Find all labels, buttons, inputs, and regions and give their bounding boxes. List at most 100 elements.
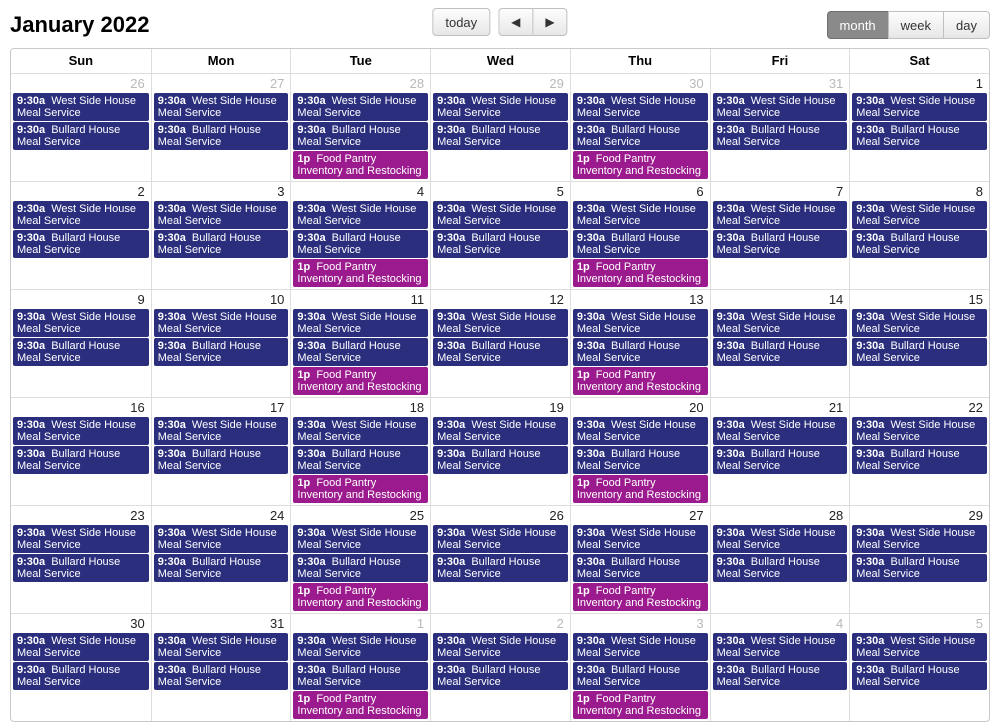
calendar-event[interactable]: 9:30a West Side House Meal Service bbox=[13, 93, 149, 121]
calendar-event[interactable]: 9:30a Bullard House Meal Service bbox=[573, 338, 708, 366]
calendar-event[interactable]: 1p Food Pantry Inventory and Restocking bbox=[293, 691, 428, 719]
calendar-event[interactable]: 9:30a West Side House Meal Service bbox=[713, 309, 848, 337]
day-cell[interactable]: 309:30a West Side House Meal Service9:30… bbox=[11, 614, 151, 721]
day-cell[interactable]: 189:30a West Side House Meal Service9:30… bbox=[290, 398, 430, 505]
calendar-event[interactable]: 9:30a Bullard House Meal Service bbox=[293, 122, 428, 150]
day-cell[interactable]: 229:30a West Side House Meal Service9:30… bbox=[849, 398, 989, 505]
day-cell[interactable]: 309:30a West Side House Meal Service9:30… bbox=[570, 74, 710, 181]
calendar-event[interactable]: 1p Food Pantry Inventory and Restocking bbox=[293, 259, 428, 287]
calendar-event[interactable]: 9:30a West Side House Meal Service bbox=[13, 417, 149, 445]
day-cell[interactable]: 39:30a West Side House Meal Service9:30a… bbox=[570, 614, 710, 721]
calendar-event[interactable]: 9:30a West Side House Meal Service bbox=[293, 309, 428, 337]
calendar-event[interactable]: 9:30a West Side House Meal Service bbox=[433, 525, 568, 553]
calendar-event[interactable]: 9:30a Bullard House Meal Service bbox=[293, 554, 428, 582]
next-button[interactable]: ▶ bbox=[532, 8, 567, 36]
calendar-event[interactable]: 1p Food Pantry Inventory and Restocking bbox=[293, 151, 428, 179]
calendar-event[interactable]: 1p Food Pantry Inventory and Restocking bbox=[573, 583, 708, 611]
day-cell[interactable]: 19:30a West Side House Meal Service9:30a… bbox=[290, 614, 430, 721]
calendar-event[interactable]: 9:30a Bullard House Meal Service bbox=[852, 122, 987, 150]
calendar-event[interactable]: 9:30a West Side House Meal Service bbox=[573, 417, 708, 445]
calendar-event[interactable]: 9:30a Bullard House Meal Service bbox=[13, 446, 149, 474]
calendar-event[interactable]: 9:30a West Side House Meal Service bbox=[573, 309, 708, 337]
calendar-event[interactable]: 9:30a Bullard House Meal Service bbox=[293, 338, 428, 366]
calendar-event[interactable]: 9:30a West Side House Meal Service bbox=[852, 525, 987, 553]
calendar-event[interactable]: 9:30a West Side House Meal Service bbox=[433, 417, 568, 445]
calendar-event[interactable]: 9:30a Bullard House Meal Service bbox=[713, 338, 848, 366]
day-cell[interactable]: 89:30a West Side House Meal Service9:30a… bbox=[849, 182, 989, 289]
calendar-event[interactable]: 9:30a Bullard House Meal Service bbox=[433, 554, 568, 582]
day-cell[interactable]: 49:30a West Side House Meal Service9:30a… bbox=[710, 614, 850, 721]
calendar-event[interactable]: 9:30a Bullard House Meal Service bbox=[713, 230, 848, 258]
view-day-button[interactable]: day bbox=[943, 11, 990, 39]
calendar-event[interactable]: 9:30a West Side House Meal Service bbox=[293, 633, 428, 661]
view-week-button[interactable]: week bbox=[888, 11, 943, 39]
calendar-event[interactable]: 9:30a West Side House Meal Service bbox=[13, 525, 149, 553]
calendar-event[interactable]: 9:30a West Side House Meal Service bbox=[852, 201, 987, 229]
day-cell[interactable]: 289:30a West Side House Meal Service9:30… bbox=[290, 74, 430, 181]
calendar-event[interactable]: 1p Food Pantry Inventory and Restocking bbox=[573, 151, 708, 179]
calendar-event[interactable]: 1p Food Pantry Inventory and Restocking bbox=[573, 475, 708, 503]
calendar-event[interactable]: 9:30a West Side House Meal Service bbox=[852, 309, 987, 337]
calendar-event[interactable]: 9:30a Bullard House Meal Service bbox=[852, 230, 987, 258]
day-cell[interactable]: 299:30a West Side House Meal Service9:30… bbox=[849, 506, 989, 613]
calendar-event[interactable]: 9:30a Bullard House Meal Service bbox=[13, 122, 149, 150]
calendar-event[interactable]: 9:30a Bullard House Meal Service bbox=[13, 230, 149, 258]
day-cell[interactable]: 109:30a West Side House Meal Service9:30… bbox=[151, 290, 291, 397]
calendar-event[interactable]: 9:30a West Side House Meal Service bbox=[433, 309, 568, 337]
day-cell[interactable]: 49:30a West Side House Meal Service9:30a… bbox=[290, 182, 430, 289]
day-cell[interactable]: 269:30a West Side House Meal Service9:30… bbox=[11, 74, 151, 181]
calendar-event[interactable]: 9:30a Bullard House Meal Service bbox=[13, 338, 149, 366]
calendar-event[interactable]: 9:30a West Side House Meal Service bbox=[852, 633, 987, 661]
calendar-event[interactable]: 9:30a Bullard House Meal Service bbox=[573, 122, 708, 150]
calendar-event[interactable]: 9:30a Bullard House Meal Service bbox=[713, 446, 848, 474]
calendar-event[interactable]: 1p Food Pantry Inventory and Restocking bbox=[573, 367, 708, 395]
calendar-event[interactable]: 9:30a Bullard House Meal Service bbox=[433, 662, 568, 690]
calendar-event[interactable]: 9:30a West Side House Meal Service bbox=[573, 201, 708, 229]
calendar-event[interactable]: 9:30a Bullard House Meal Service bbox=[293, 230, 428, 258]
day-cell[interactable]: 29:30a West Side House Meal Service9:30a… bbox=[11, 182, 151, 289]
calendar-event[interactable]: 9:30a Bullard House Meal Service bbox=[852, 662, 987, 690]
view-month-button[interactable]: month bbox=[827, 11, 888, 39]
day-cell[interactable]: 139:30a West Side House Meal Service9:30… bbox=[570, 290, 710, 397]
calendar-event[interactable]: 9:30a West Side House Meal Service bbox=[852, 417, 987, 445]
day-cell[interactable]: 19:30a West Side House Meal Service9:30a… bbox=[849, 74, 989, 181]
calendar-event[interactable]: 9:30a Bullard House Meal Service bbox=[573, 230, 708, 258]
calendar-event[interactable]: 9:30a Bullard House Meal Service bbox=[154, 122, 289, 150]
calendar-event[interactable]: 9:30a West Side House Meal Service bbox=[433, 201, 568, 229]
calendar-event[interactable]: 9:30a West Side House Meal Service bbox=[154, 525, 289, 553]
calendar-event[interactable]: 9:30a West Side House Meal Service bbox=[713, 417, 848, 445]
day-cell[interactable]: 169:30a West Side House Meal Service9:30… bbox=[11, 398, 151, 505]
calendar-event[interactable]: 9:30a West Side House Meal Service bbox=[13, 309, 149, 337]
calendar-event[interactable]: 9:30a West Side House Meal Service bbox=[433, 93, 568, 121]
calendar-event[interactable]: 9:30a West Side House Meal Service bbox=[433, 633, 568, 661]
day-cell[interactable]: 319:30a West Side House Meal Service9:30… bbox=[710, 74, 850, 181]
day-cell[interactable]: 299:30a West Side House Meal Service9:30… bbox=[430, 74, 570, 181]
calendar-event[interactable]: 9:30a West Side House Meal Service bbox=[293, 201, 428, 229]
calendar-event[interactable]: 9:30a Bullard House Meal Service bbox=[433, 446, 568, 474]
calendar-event[interactable]: 9:30a West Side House Meal Service bbox=[154, 309, 289, 337]
day-cell[interactable]: 319:30a West Side House Meal Service9:30… bbox=[151, 614, 291, 721]
calendar-event[interactable]: 9:30a West Side House Meal Service bbox=[713, 201, 848, 229]
calendar-event[interactable]: 9:30a West Side House Meal Service bbox=[713, 525, 848, 553]
calendar-event[interactable]: 9:30a Bullard House Meal Service bbox=[713, 554, 848, 582]
today-button[interactable]: today bbox=[432, 8, 490, 36]
day-cell[interactable]: 259:30a West Side House Meal Service9:30… bbox=[290, 506, 430, 613]
day-cell[interactable]: 269:30a West Side House Meal Service9:30… bbox=[430, 506, 570, 613]
calendar-event[interactable]: 9:30a West Side House Meal Service bbox=[713, 633, 848, 661]
day-cell[interactable]: 239:30a West Side House Meal Service9:30… bbox=[11, 506, 151, 613]
calendar-event[interactable]: 9:30a West Side House Meal Service bbox=[154, 633, 289, 661]
calendar-event[interactable]: 9:30a Bullard House Meal Service bbox=[573, 446, 708, 474]
calendar-event[interactable]: 9:30a Bullard House Meal Service bbox=[154, 446, 289, 474]
calendar-event[interactable]: 9:30a West Side House Meal Service bbox=[154, 93, 289, 121]
calendar-event[interactable]: 9:30a Bullard House Meal Service bbox=[13, 662, 149, 690]
calendar-event[interactable]: 9:30a Bullard House Meal Service bbox=[573, 554, 708, 582]
day-cell[interactable]: 99:30a West Side House Meal Service9:30a… bbox=[11, 290, 151, 397]
calendar-event[interactable]: 9:30a West Side House Meal Service bbox=[852, 93, 987, 121]
calendar-event[interactable]: 9:30a Bullard House Meal Service bbox=[293, 446, 428, 474]
calendar-event[interactable]: 9:30a Bullard House Meal Service bbox=[713, 122, 848, 150]
calendar-event[interactable]: 9:30a West Side House Meal Service bbox=[13, 201, 149, 229]
day-cell[interactable]: 149:30a West Side House Meal Service9:30… bbox=[710, 290, 850, 397]
day-cell[interactable]: 219:30a West Side House Meal Service9:30… bbox=[710, 398, 850, 505]
day-cell[interactable]: 289:30a West Side House Meal Service9:30… bbox=[710, 506, 850, 613]
prev-button[interactable]: ◀ bbox=[498, 8, 532, 36]
